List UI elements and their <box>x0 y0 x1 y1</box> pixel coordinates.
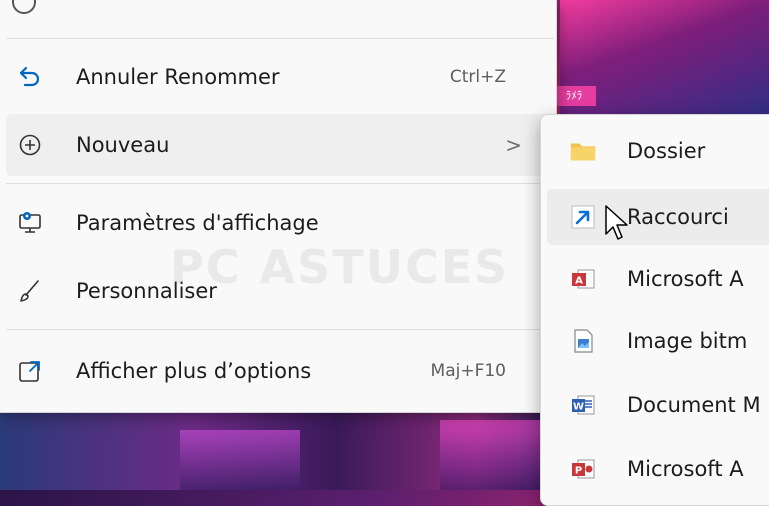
svg-text:P: P <box>575 466 582 477</box>
paintbrush-icon <box>16 277 44 305</box>
menu-item-label: Annuler Renommer <box>76 65 280 89</box>
svg-text:A: A <box>575 276 583 287</box>
submenu-item-label: Image bitm <box>627 329 748 353</box>
menu-separator <box>6 329 554 330</box>
open-external-icon <box>16 357 44 385</box>
context-menu: Annuler Renommer Ctrl+Z Nouveau > Paramè… <box>0 0 557 413</box>
folder-icon <box>569 137 597 165</box>
menu-separator <box>6 183 554 184</box>
display-settings-icon <box>16 209 44 237</box>
access-icon: A <box>569 265 597 293</box>
menu-item-label: Nouveau <box>76 133 170 157</box>
word-icon: W <box>569 391 597 419</box>
watermark-logo: PC ASTUCES <box>170 240 510 294</box>
menu-item-more-options[interactable]: Afficher plus d’options Maj+F10 <box>6 340 550 402</box>
submenu-item-folder[interactable]: Dossier <box>547 123 769 179</box>
submenu-item-word[interactable]: W Document M <box>547 377 769 433</box>
chevron-right-icon: > <box>505 133 522 157</box>
powerpoint-icon: P <box>569 455 597 483</box>
submenu-item-label: Microsoft A <box>627 267 744 291</box>
submenu-item-shortcut[interactable]: Raccourci <box>547 189 769 245</box>
menu-item-label: Afficher plus d’options <box>76 359 312 383</box>
menu-separator <box>6 38 554 39</box>
plus-circle-icon <box>16 131 44 159</box>
mouse-cursor-icon <box>605 205 628 240</box>
new-submenu: Dossier Raccourci A Microsoft A Image bi… <box>540 114 769 506</box>
menu-top-partial-item <box>0 0 556 14</box>
menu-item-undo-rename[interactable]: Annuler Renommer Ctrl+Z <box>6 46 550 108</box>
undo-icon <box>16 63 44 91</box>
wallpaper-neon-sign: ﾗﾒﾗ <box>552 86 596 106</box>
wallpaper-light <box>180 430 300 490</box>
shortcut-arrow-icon <box>569 203 597 231</box>
submenu-item-powerpoint[interactable]: P Microsoft A <box>547 441 769 497</box>
shortcut-text: Maj+F10 <box>430 361 506 381</box>
submenu-item-label: Dossier <box>627 139 706 163</box>
bitmap-icon <box>569 327 597 355</box>
submenu-item-label: Microsoft A <box>627 457 744 481</box>
svg-text:W: W <box>573 402 584 413</box>
submenu-item-label: Raccourci <box>627 205 729 229</box>
submenu-item-bitmap[interactable]: Image bitm <box>547 313 769 369</box>
wallpaper-light <box>440 420 540 490</box>
menu-item-new[interactable]: Nouveau > <box>6 114 550 176</box>
submenu-item-label: Document M <box>627 393 761 417</box>
submenu-item-access[interactable]: A Microsoft A <box>547 251 769 307</box>
shortcut-text: Ctrl+Z <box>449 67 506 87</box>
